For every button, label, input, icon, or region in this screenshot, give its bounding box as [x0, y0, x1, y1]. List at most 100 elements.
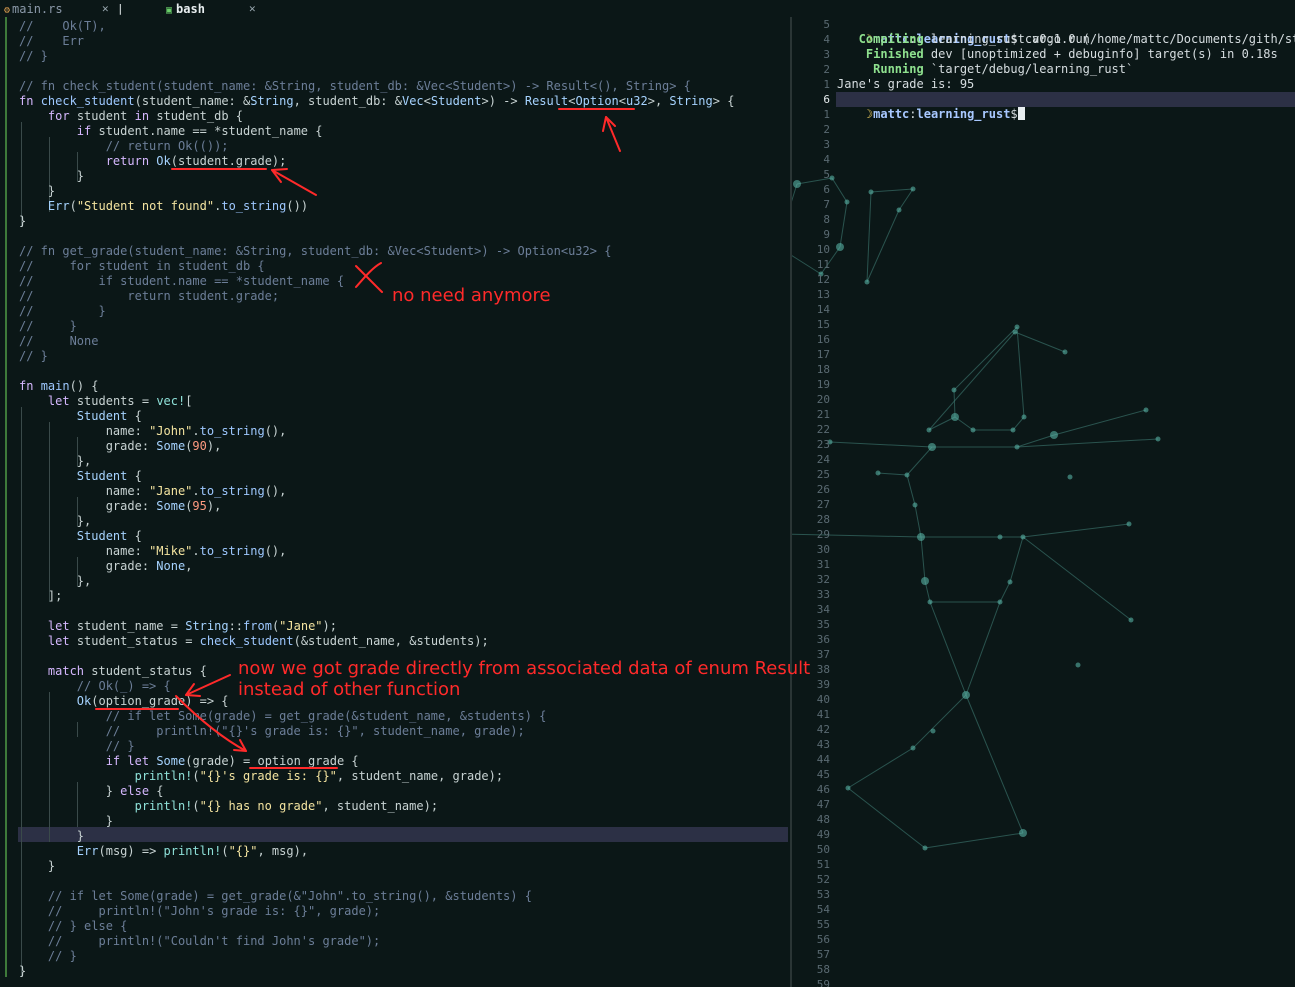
- code-line[interactable]: }: [19, 814, 113, 829]
- terminal-line-number: 46: [816, 783, 830, 796]
- code-line[interactable]: println!("{} has no grade", student_name…: [19, 799, 438, 814]
- code-line[interactable]: grade: None,: [19, 559, 193, 574]
- code-line[interactable]: // None: [19, 334, 98, 349]
- tab-main-rs[interactable]: ⚙ main.rs: [4, 2, 63, 18]
- code-line[interactable]: }: [19, 184, 55, 199]
- code-line[interactable]: // Ok(_) => {: [19, 679, 171, 694]
- code-line[interactable]: // for student in student_db {: [19, 259, 265, 274]
- code-line[interactable]: // if student.name == *student_name {: [19, 274, 344, 289]
- terminal-line-number: 25: [816, 468, 830, 481]
- code-line[interactable]: name: "Mike".to_string(),: [19, 544, 287, 559]
- terminal-output-compiling: Compiling learning_rust v0.1.0 (/home/ma…: [837, 32, 1295, 46]
- terminal-line-number: 31: [816, 558, 830, 571]
- constellation-star: [844, 199, 850, 205]
- code-line[interactable]: fn check_student(student_name: &String, …: [19, 94, 734, 109]
- code-line[interactable]: // Ok(T),: [19, 19, 106, 34]
- constellation-star: [926, 427, 932, 433]
- code-line[interactable]: grade: Some(95),: [19, 499, 222, 514]
- constellation-star: [1075, 662, 1081, 668]
- code-line[interactable]: // fn get_grade(student_name: &String, s…: [19, 244, 611, 259]
- constellation-edge: [1016, 326, 1025, 418]
- code-line[interactable]: ];: [19, 589, 62, 604]
- code-line[interactable]: // println!("{}'s grade is: {}", student…: [19, 724, 525, 739]
- terminal-active-prompt[interactable]: ☽mattc:learning_rust$: [837, 92, 1025, 121]
- constellation-star: [910, 745, 916, 751]
- terminal-line-number: 1: [823, 78, 830, 91]
- constellation-edge: [912, 694, 967, 749]
- terminal-line-number: 53: [816, 888, 830, 901]
- tab-close-icon[interactable]: ✕: [102, 2, 109, 15]
- code-line[interactable]: // println!("John's grade is: {}", grade…: [19, 904, 380, 919]
- code-line[interactable]: // if let Some(grade) = get_grade(&stude…: [19, 709, 547, 724]
- code-line[interactable]: for student in student_db {: [19, 109, 243, 124]
- constellation-star: [829, 175, 835, 181]
- tab-bash-close-icon[interactable]: ✕: [249, 2, 256, 15]
- code-line[interactable]: let student_name = String::from("Jane");: [19, 619, 337, 634]
- code-line[interactable]: Err(msg) => println!("{}", msg),: [19, 844, 308, 859]
- code-line[interactable]: name: "John".to_string(),: [19, 424, 287, 439]
- code-line[interactable]: },: [19, 574, 91, 589]
- constellation-star: [1050, 431, 1058, 439]
- code-line[interactable]: }: [19, 169, 84, 184]
- prompt-separator: :: [909, 107, 917, 121]
- code-line[interactable]: Student {: [19, 409, 142, 424]
- terminal-line-number: 18: [816, 363, 830, 376]
- code-line[interactable]: // return Ok(());: [19, 139, 229, 154]
- code-line[interactable]: } else {: [19, 784, 164, 799]
- code-line[interactable]: println!("{}'s grade is: {}", student_na…: [19, 769, 504, 784]
- code-line[interactable]: // println!("Couldn't find John's grade"…: [19, 934, 380, 949]
- code-line[interactable]: grade: Some(90),: [19, 439, 222, 454]
- code-editor[interactable]: // Ok(T),// Err// }// fn check_student(s…: [0, 17, 790, 987]
- terminal-line-number: 22: [816, 423, 830, 436]
- code-line[interactable]: // fn check_student(student_name: &Strin…: [19, 79, 691, 94]
- terminal-line-number: 45: [816, 768, 830, 781]
- code-line[interactable]: // }: [19, 349, 48, 364]
- code-line[interactable]: Ok(option_grade) => {: [19, 694, 229, 709]
- code-line[interactable]: // }: [19, 49, 48, 64]
- code-line[interactable]: }: [19, 964, 26, 979]
- code-line[interactable]: if let Some(grade) = option_grade {: [19, 754, 359, 769]
- code-line[interactable]: // }: [19, 739, 135, 754]
- terminal-line-number: 12: [816, 273, 830, 286]
- constellation-star: [951, 413, 959, 421]
- terminal-pane[interactable]: 5 4 3 2 1 6 1 2 3 4 5 6 7 8 9 10 11 12 13 14 15 16 17 18 19 20 21 2…: [792, 17, 1295, 987]
- code-line[interactable]: if student.name == *student_name {: [19, 124, 323, 139]
- code-line[interactable]: let students = vec![: [19, 394, 193, 409]
- code-line[interactable]: },: [19, 514, 91, 529]
- tab-bash[interactable]: ▣ bash: [166, 2, 205, 18]
- constellation-star: [917, 533, 925, 541]
- code-line[interactable]: },: [19, 454, 91, 469]
- constellation-star: [904, 472, 910, 478]
- code-line[interactable]: match student_status {: [19, 664, 207, 679]
- constellation-star: [868, 189, 874, 195]
- code-line[interactable]: // } else {: [19, 919, 127, 934]
- terminal-line-number: 57: [816, 948, 830, 961]
- code-line[interactable]: // return student.grade;: [19, 289, 279, 304]
- code-line[interactable]: Student {: [19, 469, 142, 484]
- code-line[interactable]: }: [19, 829, 84, 844]
- code-line[interactable]: Student {: [19, 529, 142, 544]
- terminal-line-number: 5: [823, 168, 830, 181]
- terminal-line-number: 26: [816, 483, 830, 496]
- code-line[interactable]: let student_status = check_student(&stud…: [19, 634, 489, 649]
- terminal-line-number: 54: [816, 903, 830, 916]
- code-line[interactable]: name: "Jane".to_string(),: [19, 484, 287, 499]
- code-line[interactable]: // if let Some(grade) = get_grade(&"John…: [19, 889, 532, 904]
- terminal-line-number: 56: [816, 933, 830, 946]
- terminal-line-number: 30: [816, 543, 830, 556]
- terminal-line-number: 28: [816, 513, 830, 526]
- annotation-got-grade-line1: now we got grade directly from associate…: [238, 658, 811, 679]
- code-line[interactable]: fn main() {: [19, 379, 99, 394]
- code-line[interactable]: // }: [19, 319, 77, 334]
- code-line[interactable]: // }: [19, 304, 106, 319]
- tab-separator-icon: |: [117, 2, 124, 15]
- terminal-icon: ▣: [166, 5, 173, 16]
- code-line[interactable]: }: [19, 859, 55, 874]
- code-line[interactable]: return Ok(student.grade);: [19, 154, 287, 169]
- code-line[interactable]: // }: [19, 949, 77, 964]
- terminal-line-number: 19: [816, 378, 830, 391]
- code-line[interactable]: // Err: [19, 34, 84, 49]
- terminal-line-number: 52: [816, 873, 830, 886]
- code-line[interactable]: }: [19, 214, 26, 229]
- code-line[interactable]: Err("Student not found".to_string()): [19, 199, 308, 214]
